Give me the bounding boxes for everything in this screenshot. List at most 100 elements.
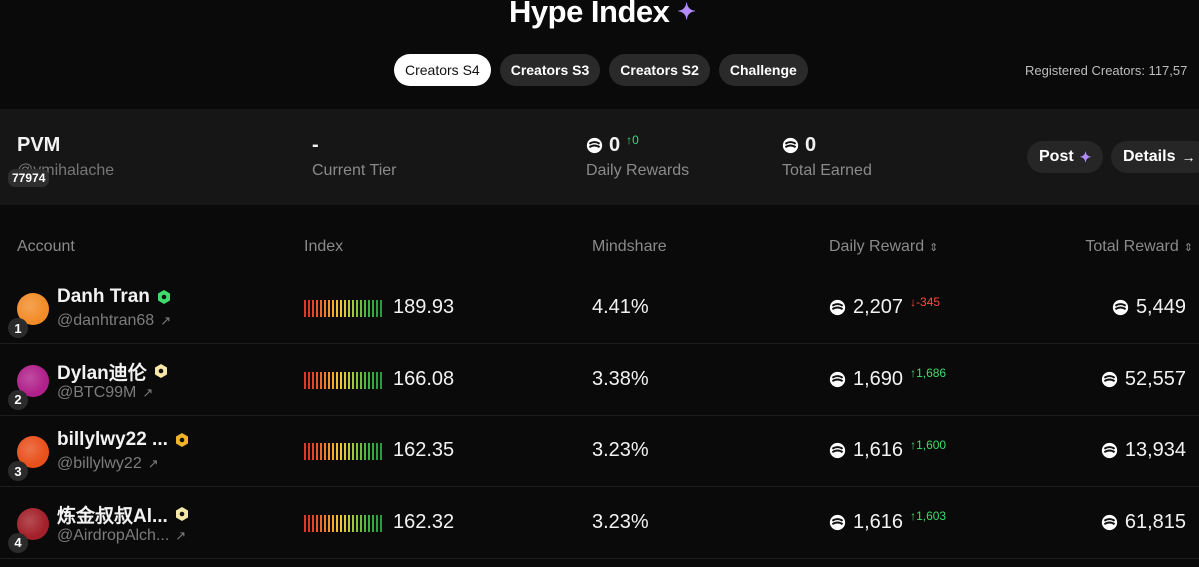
daily-reward-value: 2,207 xyxy=(853,296,904,318)
column-header-total-reward[interactable]: Total Reward ⇕ xyxy=(1085,238,1193,256)
coin-icon xyxy=(829,514,846,530)
post-button-label: Post xyxy=(1039,148,1074,165)
daily-reward-cell: 2,207 ↓-345 xyxy=(829,294,941,319)
mindshare-value: 4.41% xyxy=(592,296,649,318)
coin-icon xyxy=(1101,442,1117,459)
rank-badge: 4 xyxy=(8,532,28,553)
index-meter xyxy=(304,514,382,532)
registered-creators-count: Registered Creators: 117,57 xyxy=(1025,63,1188,78)
mindshare-value: 3.23% xyxy=(592,439,649,461)
daily-reward-delta: ↑1,686 xyxy=(910,366,947,380)
daily-reward-cell: 1,616 ↑1,600 xyxy=(829,437,947,462)
total-reward-cell: 61,815 xyxy=(1101,511,1186,534)
current-tier-value: - xyxy=(312,134,319,156)
coin-icon xyxy=(829,371,846,387)
rank-badge: 2 xyxy=(8,389,28,410)
creator-name[interactable]: billylwy22 ... xyxy=(57,429,189,451)
verified-badge-icon xyxy=(175,433,188,447)
details-button[interactable]: Details → xyxy=(1111,141,1199,173)
verified-badge-icon xyxy=(175,507,188,521)
daily-reward-value: 1,616 xyxy=(853,510,904,533)
tab-creators-s2[interactable]: Creators S2 xyxy=(609,54,710,86)
coin-icon xyxy=(829,299,846,316)
tab-creators-s4[interactable]: Creators S4 xyxy=(394,54,491,86)
tab-bar: Creators S4 Creators S3 Creators S2 Chal… xyxy=(394,54,808,86)
total-reward-cell: 52,557 xyxy=(1101,368,1186,391)
daily-reward-cell: 1,616 ↑1,603 xyxy=(829,509,947,534)
daily-reward-value: 1,690 xyxy=(853,367,904,390)
creator-name-text: Dylan迪伦 xyxy=(57,362,147,384)
external-link-icon[interactable]: ↗ xyxy=(148,456,159,471)
table-row[interactable]: 4 炼金叔叔Al... @AirdropAlch... ↗ 162.32 3.23… xyxy=(0,487,1199,559)
daily-reward-value: 1,616 xyxy=(853,439,904,461)
total-earned-label: Total Earned xyxy=(782,162,872,179)
index-meter xyxy=(304,371,382,389)
column-header-mindshare: Mindshare xyxy=(592,238,667,255)
sort-icon[interactable]: ⇕ xyxy=(929,242,938,254)
my-stats-panel xyxy=(0,109,1199,205)
daily-reward-delta: ↑1,600 xyxy=(910,437,947,452)
coin-icon xyxy=(829,442,846,459)
external-link-icon[interactable]: ↗ xyxy=(142,385,153,400)
creator-handle[interactable]: @BTC99M ↗ xyxy=(57,384,153,402)
tab-creators-s3[interactable]: Creators S3 xyxy=(499,54,601,86)
daily-rewards-label: Daily Rewards xyxy=(586,162,690,179)
total-reward-value: 61,815 xyxy=(1124,510,1186,533)
tab-challenge[interactable]: Challenge xyxy=(718,54,808,86)
column-header-daily-reward[interactable]: Daily Reward ⇕ xyxy=(829,238,938,256)
total-reward-value: 5,449 xyxy=(1135,296,1186,318)
coin-icon xyxy=(1101,371,1117,387)
index-meter xyxy=(304,300,382,317)
coin-icon xyxy=(1112,299,1129,316)
creator-name-text: billylwy22 ... xyxy=(57,429,168,450)
index-value: 166.08 xyxy=(393,367,455,390)
my-name: PVM xyxy=(17,134,61,156)
daily-rewards-amount: 0 xyxy=(609,134,621,156)
page-title: Hype Index ✦ xyxy=(509,0,696,29)
total-reward-cell: 5,449 xyxy=(1112,296,1186,319)
mindshare-value: 3.38% xyxy=(592,367,649,390)
rank-badge: 3 xyxy=(8,461,28,481)
external-link-icon[interactable]: ↗ xyxy=(175,528,186,543)
table-row[interactable]: 2 Dylan迪伦 @BTC99M ↗ 166.08 3.38% 1,690 ↑1… xyxy=(0,344,1199,416)
creator-handle[interactable]: @billylwy22 ↗ xyxy=(57,455,159,473)
sparkle-icon: ✦ xyxy=(677,0,696,24)
index-meter xyxy=(304,443,382,460)
sparkle-icon: ✦ xyxy=(1079,148,1092,165)
total-earned-value: 0 xyxy=(782,134,816,157)
table-row[interactable]: 3 billylwy22 ... @billylwy22 ↗ 162.35 3.2… xyxy=(0,415,1199,487)
external-link-icon[interactable]: ↗ xyxy=(160,313,171,328)
coin-icon xyxy=(1101,514,1117,530)
daily-reward-delta: ↑1,603 xyxy=(910,509,947,523)
creator-handle[interactable]: @AirdropAlch... ↗ xyxy=(57,527,186,545)
total-reward-value: 13,934 xyxy=(1124,439,1186,461)
daily-rewards-delta: ↑0 xyxy=(626,132,639,147)
verified-badge-icon xyxy=(157,290,170,304)
creator-handle[interactable]: @danhtran68 ↗ xyxy=(57,312,171,330)
sort-icon[interactable]: ⇕ xyxy=(1184,242,1193,254)
total-earned-amount: 0 xyxy=(805,134,817,156)
column-header-index: Index xyxy=(304,238,344,255)
creator-name[interactable]: Danh Tran xyxy=(57,286,171,308)
my-rank-badge: 77974 xyxy=(8,169,50,187)
coin-icon xyxy=(586,137,603,154)
rank-badge: 1 xyxy=(8,318,28,338)
daily-reward-delta: ↓-345 xyxy=(910,294,941,309)
daily-rewards-value: 0 ↑0 xyxy=(586,132,639,157)
creator-name[interactable]: Dylan迪伦 xyxy=(57,358,168,385)
mindshare-value: 3.23% xyxy=(592,510,649,533)
arrow-right-icon: → xyxy=(1181,149,1196,165)
creator-name[interactable]: 炼金叔叔Al... xyxy=(57,501,189,528)
index-value: 162.35 xyxy=(393,439,455,461)
current-tier-label: Current Tier xyxy=(312,162,397,179)
daily-reward-cell: 1,690 ↑1,686 xyxy=(829,366,947,391)
verified-badge-icon xyxy=(154,364,167,378)
column-header-account: Account xyxy=(17,238,75,255)
total-reward-cell: 13,934 xyxy=(1101,439,1186,462)
details-button-label: Details xyxy=(1123,148,1176,165)
coin-icon xyxy=(782,137,799,154)
creator-name-text: 炼金叔叔Al... xyxy=(57,505,168,527)
post-button[interactable]: Post ✦ xyxy=(1027,141,1104,173)
index-value: 162.32 xyxy=(393,510,455,533)
table-row[interactable]: 1 Danh Tran @danhtran68 ↗ 189.93 4.41% 2,… xyxy=(0,272,1199,344)
